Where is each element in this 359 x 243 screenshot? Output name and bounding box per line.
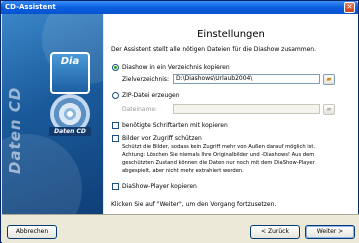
wizard-window: CD-Assistent ✕ Daten CD Dia Daten CD Ein…: [0, 0, 359, 243]
title-bar[interactable]: CD-Assistent ✕: [1, 1, 358, 14]
cancel-button[interactable]: Abbrechen: [7, 225, 57, 239]
radio-copy-folder[interactable]: [112, 64, 119, 71]
sidebar-vertical-text: Daten CD: [6, 86, 24, 174]
next-button[interactable]: Weiter >: [305, 225, 355, 239]
protect-description-line: Achtung: Löschen Sie niemals Ihre Origin…: [122, 152, 315, 158]
radio-zip-file-label[interactable]: ZIP-Datei erzeugen: [122, 92, 180, 99]
protect-description-line: abgespielt, aber nicht mehr extrahiert w…: [122, 168, 244, 174]
page-title: Einstellungen: [197, 29, 265, 40]
protect-description-line: Schützt die Bilder, sodass kein Zugriff …: [122, 144, 316, 150]
checkbox-copy-fonts[interactable]: [112, 122, 119, 129]
checkbox-protect-images[interactable]: [112, 135, 119, 142]
intro-text: Der Assistent stellt alle nötigen Dateie…: [111, 46, 317, 53]
protect-description-line: geschützten Zustand können die Daten nur…: [122, 160, 315, 166]
folder-open-icon: ▰: [326, 105, 332, 113]
protect-description: Schützt die Bilder, sodass kein Zugriff …: [122, 143, 358, 175]
zip-filename-input[interactable]: [173, 104, 320, 114]
sidebar-banner: Daten CD Dia Daten CD: [2, 14, 103, 214]
checkbox-copy-fonts-label[interactable]: benötigte Schriftarten mit kopieren: [122, 122, 228, 129]
checkbox-copy-player-label[interactable]: DiaShow-Player kopieren: [122, 183, 197, 190]
cd-label: Daten CD: [49, 127, 91, 136]
zip-filename-label: Dateiname:: [122, 106, 158, 113]
back-button[interactable]: < Zurück: [250, 225, 300, 239]
target-folder-label: Zielverzeichnis:: [122, 76, 170, 83]
radio-zip-file[interactable]: [112, 92, 119, 99]
browse-folder-button[interactable]: ▰: [323, 74, 335, 85]
target-folder-input[interactable]: D:\Diashows\Urlaub2004\: [173, 74, 320, 84]
checkbox-copy-player[interactable]: [112, 183, 119, 190]
folder-open-icon: ▰: [326, 75, 332, 83]
checkbox-protect-images-label[interactable]: Bilder vor Zugriff schützen: [122, 135, 202, 142]
close-button[interactable]: ✕: [344, 2, 355, 13]
browse-zip-button[interactable]: ▰: [323, 104, 335, 115]
dia-logo-text: Dia: [60, 56, 80, 67]
dia-logo: Dia: [50, 52, 90, 94]
button-bar: Abbrechen < Zurück Weiter >: [2, 214, 359, 243]
settings-panel: Einstellungen Der Assistent stellt alle …: [104, 14, 358, 214]
window-title: CD-Assistent: [5, 3, 56, 11]
radio-copy-folder-label[interactable]: Diashow in ein Verzeichnis kopieren: [122, 64, 230, 71]
footer-hint: Klicken Sie auf "Weiter", um den Vorgang…: [111, 201, 277, 208]
